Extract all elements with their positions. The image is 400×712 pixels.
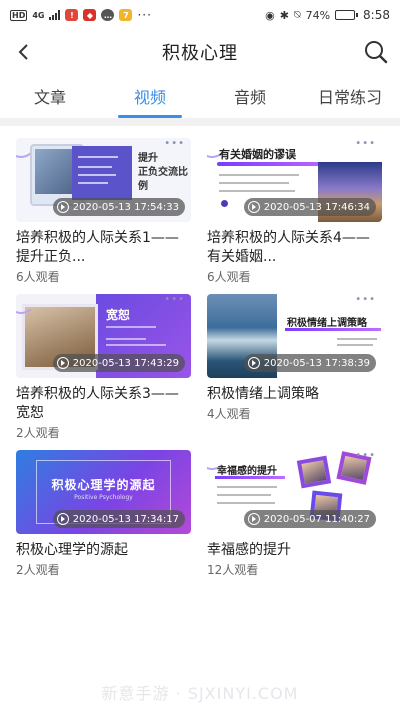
bluetooth-icon: ✱	[279, 8, 289, 22]
more-notifications-icon: ···	[137, 8, 152, 22]
status-bar-right: ◉ ✱ ⍉ 74% 8:58	[265, 8, 390, 22]
notification-app-icon: 7	[119, 9, 133, 21]
hd-indicator: HD	[10, 9, 28, 21]
thumbnail-caption: 积极心理学的源起	[51, 478, 156, 492]
thumbnail-dot	[221, 200, 228, 207]
watermark: 新意手游 · SJXINYI.COM	[101, 684, 299, 703]
video-card[interactable]: 幸福感的提升 ••• 2020-05-07 11:40:27 幸福感的提升 12…	[207, 450, 382, 577]
video-card[interactable]: 积极情绪上调策略 ••• 2020-05-13 17:38:39 积极情绪上调策…	[207, 294, 382, 440]
play-icon	[56, 357, 69, 369]
view-count: 6人观看	[16, 270, 60, 284]
tab-daily-practice[interactable]: 日常练习	[300, 74, 400, 118]
page-title: 积极心理	[162, 43, 238, 64]
thumbnail-text-line	[106, 326, 156, 328]
clock: 8:58	[363, 8, 390, 22]
view-count: 12人观看	[207, 563, 259, 577]
more-dots-icon: •••	[355, 450, 376, 461]
view-count: 2人观看	[16, 426, 60, 440]
play-icon	[247, 201, 260, 213]
thumbnail-caption: 幸福感的提升	[217, 466, 277, 477]
video-card[interactable]: 宽恕 ••• 2020-05-13 17:43:29 培养积极的人际关系3——宽…	[16, 294, 191, 440]
tab-articles[interactable]: 文章	[0, 74, 100, 118]
network-type: 4G	[32, 10, 45, 20]
video-title: 培养积极的人际关系3——宽恕	[16, 386, 179, 421]
app-header: 积极心理	[0, 30, 400, 74]
thumbnail-caption: 有关婚姻的谬误	[219, 148, 296, 161]
video-thumbnail[interactable]: 有关婚姻的谬误 ••• 2020-05-13 17:46:34	[207, 138, 382, 222]
message-icon: …	[101, 9, 115, 21]
more-dots-icon: •••	[164, 294, 185, 305]
timestamp-badge: 2020-05-13 17:34:17	[52, 510, 185, 528]
view-count: 6人观看	[207, 270, 251, 284]
thumbnail-text-line	[106, 344, 166, 346]
thumbnail-caption: 宽恕	[106, 308, 131, 322]
search-icon	[365, 41, 388, 64]
search-button[interactable]	[360, 36, 392, 68]
thumbnail-text-line	[219, 190, 295, 192]
thumbnail-text-line	[217, 502, 275, 504]
play-icon	[56, 201, 69, 213]
status-bar-left: HD 4G ! ◆ … 7 ···	[10, 8, 152, 22]
play-icon	[247, 513, 260, 525]
view-count: 4人观看	[207, 407, 251, 421]
signal-icon	[49, 10, 61, 20]
timestamp-badge: 2020-05-13 17:38:39	[243, 354, 376, 372]
timestamp-badge: 2020-05-07 11:40:27	[243, 510, 376, 528]
video-card[interactable]: 提升 正负交流比例 ••• 2020-05-13 17:54:33 培养积极的人际…	[16, 138, 191, 284]
thumbnail-text-line	[219, 182, 289, 184]
view-count: 2人观看	[16, 563, 60, 577]
thumbnail-text-line	[106, 338, 146, 340]
thumbnail-caption: 提升 正负交流比例	[138, 153, 188, 192]
back-chevron-icon	[18, 44, 28, 60]
play-icon	[56, 513, 69, 525]
back-button[interactable]	[8, 36, 40, 68]
battery-percent: 74%	[305, 8, 331, 22]
tab-videos[interactable]: 视频	[100, 74, 200, 118]
thumbnail-photo-frame	[296, 455, 332, 489]
thumbnail-text-line	[219, 174, 299, 176]
notification-app-icon: ◆	[83, 9, 97, 21]
more-dots-icon: •••	[164, 138, 185, 149]
video-title: 积极情绪上调策略	[207, 386, 319, 402]
eye-comfort-icon: ◉	[265, 8, 275, 22]
video-thumbnail[interactable]: 宽恕 ••• 2020-05-13 17:43:29	[16, 294, 191, 378]
video-thumbnail[interactable]: 积极情绪上调策略 ••• 2020-05-13 17:38:39	[207, 294, 382, 378]
video-card[interactable]: 积极心理学的源起 Positive Psychology 2020-05-13 …	[16, 450, 191, 577]
video-thumbnail[interactable]: 积极心理学的源起 Positive Psychology 2020-05-13 …	[16, 450, 191, 534]
thumbnail-accent-bar	[215, 476, 285, 479]
more-dots-icon: •••	[355, 138, 376, 149]
timestamp-badge: 2020-05-13 17:43:29	[52, 354, 185, 372]
video-thumbnail[interactable]: 幸福感的提升 ••• 2020-05-07 11:40:27	[207, 450, 382, 534]
tab-audio[interactable]: 音频	[200, 74, 300, 118]
notification-app-icon: !	[65, 9, 79, 21]
video-grid: 提升 正负交流比例 ••• 2020-05-13 17:54:33 培养积极的人际…	[0, 126, 400, 577]
video-title: 培养积极的人际关系4——有关婚姻...	[207, 230, 370, 265]
timestamp-badge: 2020-05-13 17:54:33	[52, 198, 185, 216]
more-dots-icon: •••	[355, 294, 376, 305]
video-title: 积极心理学的源起	[16, 542, 128, 558]
tab-bar: 文章 视频 音频 日常练习	[0, 74, 400, 126]
video-title: 培养积极的人际关系1——提升正负...	[16, 230, 179, 265]
thumbnail-accent-bar	[285, 328, 381, 331]
thumbnail-text-line	[217, 494, 271, 496]
status-bar: HD 4G ! ◆ … 7 ··· ◉ ✱ ⍉ 74% 8:58	[0, 0, 400, 30]
thumbnail-subcaption: Positive Psychology	[74, 494, 133, 501]
video-card[interactable]: 有关婚姻的谬误 ••• 2020-05-13 17:46:34 培养积极的人际关…	[207, 138, 382, 284]
battery-icon	[335, 10, 359, 20]
thumbnail-slide-image	[72, 146, 132, 200]
thumbnail-text-line	[337, 338, 377, 340]
video-title: 幸福感的提升	[207, 542, 291, 558]
timestamp-badge: 2020-05-13 17:46:34	[243, 198, 376, 216]
play-icon	[247, 357, 260, 369]
thumbnail-text-line	[217, 486, 277, 488]
thumbnail-text-line	[337, 344, 373, 346]
video-thumbnail[interactable]: 提升 正负交流比例 ••• 2020-05-13 17:54:33	[16, 138, 191, 222]
mute-icon: ⍉	[293, 8, 301, 21]
thumbnail-caption: 积极情绪上调策略	[287, 318, 367, 329]
